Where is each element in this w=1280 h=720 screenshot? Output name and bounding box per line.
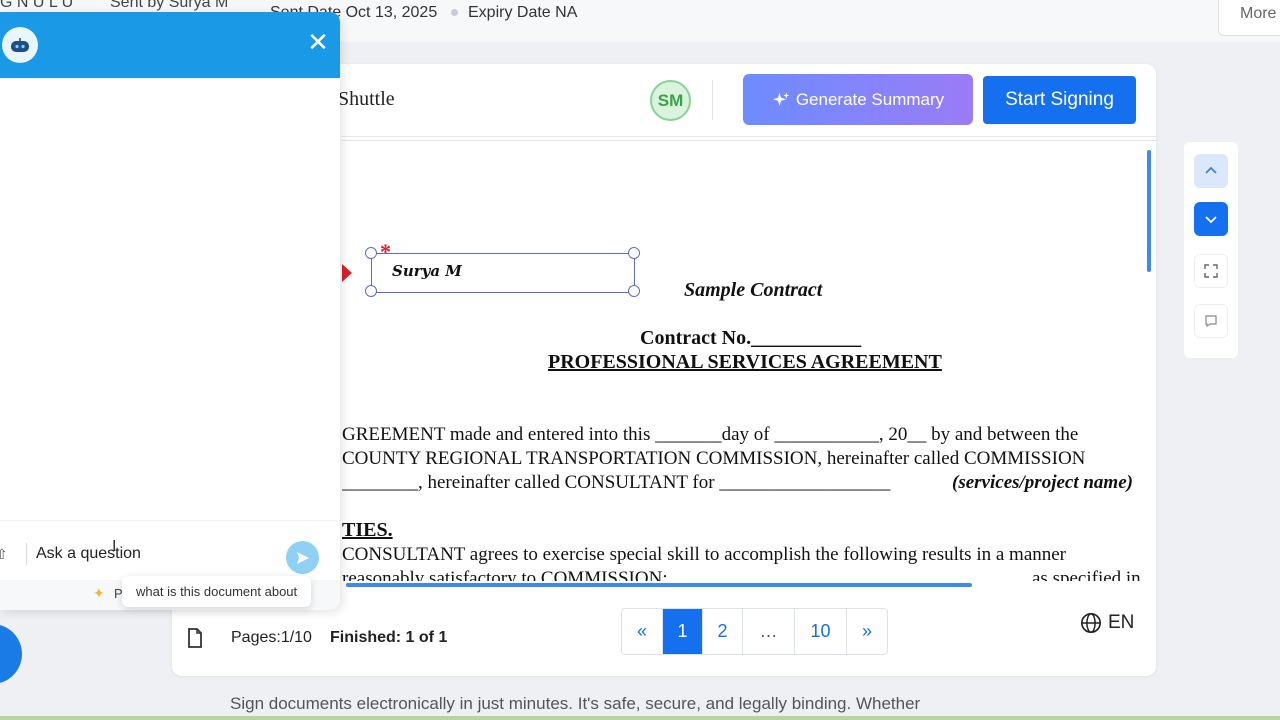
section-heading: TIES. (342, 519, 393, 541)
required-field-marker (342, 264, 352, 282)
paragraph-line: GREEMENT made and entered into this ____… (342, 424, 1079, 445)
paragraph-line: ________, hereinafter called CONSULTANT … (342, 472, 891, 493)
attach-icon[interactable]: ⇧ (0, 546, 8, 563)
chat-header: ✕ (0, 12, 340, 78)
send-button[interactable] (286, 541, 319, 574)
document-title: Shuttle (338, 88, 395, 110)
expiry-date: Expiry Date NA (468, 4, 578, 21)
sparkle-icon (772, 92, 790, 106)
paragraph-line-italic: (services/project name) (952, 472, 1133, 493)
page-ellipsis: … (743, 609, 795, 654)
scroll-down-button[interactable] (1194, 202, 1228, 236)
page-10-button[interactable]: 10 (795, 609, 847, 654)
resize-handle-top-left[interactable] (365, 247, 377, 259)
robot-icon (11, 38, 29, 52)
sample-contract-title: Sample Contract (684, 279, 823, 301)
fullscreen-button[interactable] (1194, 254, 1228, 288)
meta-separator-dot (451, 9, 458, 16)
vertical-scroll-thumb[interactable] (1147, 150, 1151, 272)
comment-icon (1205, 315, 1217, 328)
vertical-scrollbar[interactable] (1145, 142, 1154, 582)
contract-number: Contract No.___________ (640, 327, 862, 349)
start-signing-button[interactable]: Start Signing (983, 76, 1136, 124)
more-button[interactable]: More (1218, 0, 1280, 36)
bottom-stripe (0, 716, 1280, 720)
bot-avatar-icon (2, 27, 38, 63)
send-icon (296, 551, 309, 564)
file-icon (188, 628, 202, 648)
input-divider (26, 543, 27, 565)
language-selector[interactable]: EN (1080, 612, 1134, 634)
sparkle-icon: ✦ (93, 585, 105, 601)
paragraph-line: COUNTY REGIONAL TRANSPORTATION COMMISSIO… (342, 448, 1086, 469)
language-label: EN (1108, 612, 1135, 633)
signature-field[interactable]: Surya M (371, 253, 635, 293)
horizontal-scrollbar[interactable] (342, 580, 1144, 590)
horizontal-scroll-thumb[interactable] (346, 583, 972, 587)
generate-summary-button[interactable]: Generate Summary (743, 74, 973, 125)
finished-count: Finished: 1 of 1 (330, 629, 448, 646)
sent-by: Sent by Surya M (110, 0, 229, 11)
document-viewer[interactable]: Surya M * Sample Contract Contract No.__… (342, 140, 1156, 592)
agreement-title: PROFESSIONAL SERVICES AGREEMENT (548, 351, 942, 373)
page-prev-button[interactable]: « (622, 609, 663, 654)
viewer-toolbar (1184, 142, 1238, 358)
globe-icon (1081, 613, 1101, 633)
page-count: Pages:1/10 (231, 629, 312, 646)
page-1-button[interactable]: 1 (663, 609, 703, 654)
header-divider (712, 80, 713, 120)
generate-summary-label: Generate Summary (795, 89, 945, 109)
signature-text: Surya M (392, 262, 462, 280)
chat-close-button[interactable]: ✕ (305, 29, 331, 55)
required-asterisk: * (380, 239, 391, 264)
comment-button[interactable] (1194, 304, 1228, 338)
signer-avatar[interactable]: SM (650, 80, 691, 121)
chat-launcher-button[interactable] (0, 624, 22, 684)
resize-handle-bottom-left[interactable] (365, 285, 377, 297)
resize-handle-top-right[interactable] (628, 247, 640, 259)
fullscreen-icon (1204, 264, 1218, 278)
ask-question-input[interactable] (36, 541, 276, 567)
header-bottom-border (342, 136, 1156, 137)
scroll-up-button[interactable] (1194, 154, 1228, 188)
paragraph-line: CONSULTANT agrees to exercise special sk… (342, 544, 1067, 565)
page-2-button[interactable]: 2 (703, 609, 743, 654)
page-next-button[interactable]: » (847, 609, 887, 654)
resize-handle-bottom-right[interactable] (628, 285, 640, 297)
document-page: Surya M * Sample Contract Contract No.__… (342, 141, 1144, 581)
meta-cut-text: G N U L U (0, 0, 74, 11)
chat-input-bar: ⇧ (0, 520, 340, 580)
pagination: « 1 2 … 10 » (621, 608, 888, 655)
text-cursor-icon: I (112, 538, 117, 555)
marketing-text: Sign documents electronically in just mi… (230, 694, 921, 713)
chevron-up-icon (1205, 166, 1217, 174)
chevron-down-icon (1205, 216, 1217, 224)
suggestion-tooltip[interactable]: what is this document about (122, 576, 312, 607)
ai-chat-panel: ✕ ⇧ ✦ P (0, 12, 340, 610)
